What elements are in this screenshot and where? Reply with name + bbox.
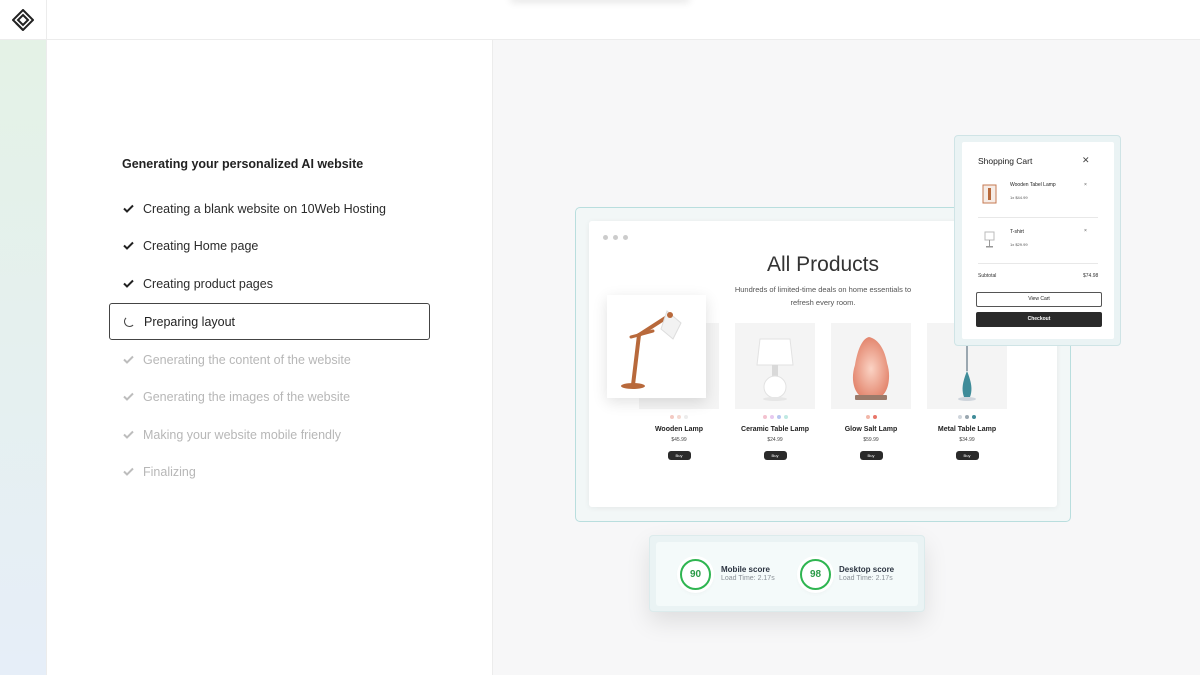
buy-button[interactable]: Buy <box>859 451 883 460</box>
cart-item-name: Wooden Tabel Lamp <box>1010 182 1056 188</box>
product-image <box>831 323 911 409</box>
checkout-button[interactable]: Checkout <box>976 312 1102 327</box>
product-price: $34.99 <box>959 437 975 443</box>
desktop-score-label: Desktop score <box>839 565 895 574</box>
remove-item-icon[interactable]: × <box>1084 228 1087 234</box>
subtotal-label: Subtotal <box>978 273 997 279</box>
subtotal-value: $74.98 <box>1083 273 1099 279</box>
cart-item-price: 1x $29.99 <box>1010 242 1028 247</box>
product-image <box>735 323 815 409</box>
remove-item-icon[interactable]: × <box>1084 182 1087 188</box>
step-home-page: Creating Home page <box>109 227 430 264</box>
step-label: Creating a blank website on 10Web Hostin… <box>143 201 386 216</box>
diamond-logo-icon <box>12 9 34 31</box>
step-product-pages: Creating product pages <box>109 265 430 302</box>
step-label: Generating the content of the website <box>143 352 351 367</box>
window-dots <box>603 235 628 240</box>
product-price: $45.99 <box>671 437 687 443</box>
step-label: Finalizing <box>143 464 196 479</box>
desktop-score-circle: 98 <box>800 559 831 590</box>
color-swatches <box>927 415 1007 419</box>
cart-item-price: 1x $44.99 <box>1010 195 1028 200</box>
step-label: Making your website mobile friendly <box>143 427 342 442</box>
checkmark-icon <box>122 203 134 215</box>
step-content: Generating the content of the website <box>109 341 430 378</box>
left-gradient-strip <box>0 40 47 675</box>
step-label: Creating product pages <box>143 276 273 291</box>
buy-button[interactable]: Buy <box>667 451 691 460</box>
step-label: Generating the images of the website <box>143 389 351 404</box>
cart-item-image <box>982 184 997 204</box>
checkmark-icon <box>122 391 134 403</box>
color-swatches <box>735 415 815 419</box>
step-preparing-layout: Preparing layout <box>109 303 430 340</box>
step-finalizing: Finalizing <box>109 453 430 490</box>
step-mobile-friendly: Making your website mobile friendly <box>109 416 430 453</box>
divider <box>978 217 1098 218</box>
product-name: Ceramic Table Lamp <box>741 426 809 433</box>
step-label: Preparing layout <box>144 314 236 329</box>
checkmark-icon <box>122 466 134 478</box>
buy-button[interactable]: Buy <box>763 451 787 460</box>
step-label: Creating Home page <box>143 238 259 253</box>
buy-button[interactable]: Buy <box>955 451 979 460</box>
shopping-cart-popup: Shopping Cart ✕ Wooden Tabel Lamp 1x $44… <box>962 142 1114 339</box>
color-swatches <box>831 415 911 419</box>
logo[interactable] <box>0 0 47 40</box>
checkmark-icon <box>122 354 134 366</box>
products-subheading: Hundreds of limited-time deals on home e… <box>734 285 912 307</box>
wooden-lamp-icon <box>621 310 682 389</box>
product-name: Wooden Lamp <box>654 426 704 433</box>
checkmark-icon <box>122 429 134 441</box>
step-images: Generating the images of the website <box>109 378 430 415</box>
top-bar <box>0 0 1200 40</box>
cart-item-name: T-shirt <box>1010 229 1024 235</box>
cart-title: Shopping Cart <box>978 156 1033 166</box>
product-price: $59.99 <box>863 437 879 443</box>
spinner-icon <box>123 316 135 328</box>
color-swatches <box>639 415 719 419</box>
checkmark-icon <box>122 240 134 252</box>
desktop-load-time: Load Time: 2.17s <box>839 575 893 582</box>
mobile-load-time: Load Time: 2.17s <box>721 575 775 582</box>
step-blank-website: Creating a blank website on 10Web Hostin… <box>109 190 430 227</box>
featured-product-image <box>607 295 706 398</box>
product-price: $24.99 <box>767 437 783 443</box>
view-cart-button[interactable]: View Cart <box>976 292 1102 307</box>
divider <box>978 263 1098 264</box>
progress-title: Generating your personalized AI website <box>122 157 364 171</box>
mobile-score-label: Mobile score <box>721 565 770 574</box>
product-name: Metal Table Lamp <box>937 426 997 433</box>
mobile-score-circle: 90 <box>680 559 711 590</box>
product-name: Glow Salt Lamp <box>844 426 898 433</box>
cart-item-image <box>982 230 997 250</box>
ceramic-lamp-icon <box>756 338 794 401</box>
salt-lamp-icon <box>852 337 890 400</box>
checkmark-icon <box>122 278 134 290</box>
product-card[interactable]: Glow Salt Lamp $59.99 Buy <box>831 323 911 460</box>
close-icon[interactable]: ✕ <box>1082 155 1090 166</box>
product-card[interactable]: Ceramic Table Lamp $24.99 Buy <box>735 323 815 460</box>
